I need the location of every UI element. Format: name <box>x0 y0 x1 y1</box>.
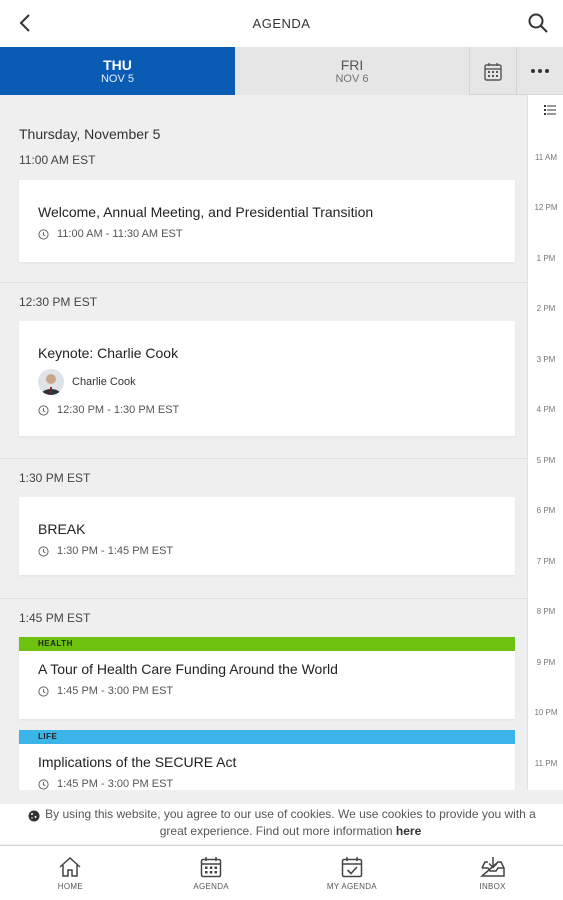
agenda-list[interactable]: Thursday, November 5 11:00 AM EST Welcom… <box>0 95 527 790</box>
session-card[interactable]: HEALTH A Tour of Health Care Funding Aro… <box>19 637 515 719</box>
cookie-text: By using this website, you agree to our … <box>45 807 536 838</box>
timeline-hour[interactable]: 4 PM <box>528 405 563 414</box>
timeline-hour[interactable]: 1 PM <box>528 254 563 263</box>
tab-friday[interactable]: FRI NOV 6 <box>235 47 470 95</box>
speaker-name: Charlie Cook <box>72 376 136 388</box>
tab-day-label: FRI <box>340 56 364 73</box>
nav-agenda[interactable]: AGENDA <box>141 846 282 900</box>
session-time-text: 11:00 AM - 11:30 AM EST <box>57 228 183 240</box>
page-title: AGENDA <box>252 16 311 31</box>
session-time: 1:45 PM - 3:00 PM EST <box>38 778 173 790</box>
search-icon <box>528 13 548 33</box>
clock-icon <box>38 778 49 790</box>
session-card[interactable]: Welcome, Annual Meeting, and Presidentia… <box>19 180 515 262</box>
session-time: 11:00 AM - 11:30 AM EST <box>38 228 183 240</box>
session-title: Welcome, Annual Meeting, and Presidentia… <box>38 204 374 220</box>
bottom-nav: HOME AGENDA MY AGENDA INBOX <box>0 845 563 900</box>
session-title: Implications of the SECURE Act <box>38 754 237 770</box>
tab-day-label: THU <box>103 56 132 73</box>
calendar-icon <box>484 62 502 81</box>
session-time: 12:30 PM - 1:30 PM EST <box>38 404 179 416</box>
timeline-hour[interactable]: 8 PM <box>528 607 563 616</box>
session-time: 1:45 PM - 3:00 PM EST <box>38 685 173 697</box>
timeline-hour[interactable]: 11 AM <box>528 153 563 162</box>
calendar-picker-button[interactable] <box>470 47 517 95</box>
timeline-hour[interactable]: 9 PM <box>528 658 563 667</box>
clock-icon <box>38 404 49 416</box>
cookie-more-info-link[interactable]: here <box>396 824 421 838</box>
divider <box>0 598 527 599</box>
session-card[interactable]: BREAK 1:30 PM - 1:45 PM EST <box>19 497 515 575</box>
timeline-hour[interactable]: 2 PM <box>528 304 563 313</box>
calendar-icon <box>200 856 222 877</box>
date-heading: Thursday, November 5 <box>19 126 161 142</box>
session-title: BREAK <box>38 521 86 537</box>
session-time-text: 12:30 PM - 1:30 PM EST <box>57 404 180 416</box>
session-time-text: 1:45 PM - 3:00 PM EST <box>57 778 174 790</box>
timeline-hour[interactable]: 11 PM <box>528 759 563 768</box>
session-time-text: 1:45 PM - 3:00 PM EST <box>57 685 174 697</box>
session-time-text: 1:30 PM - 1:45 PM EST <box>57 545 174 557</box>
nav-label: MY AGENDA <box>326 881 377 891</box>
session-time: 1:30 PM - 1:45 PM EST <box>38 545 173 557</box>
tab-thursday[interactable]: THU NOV 5 <box>0 47 235 95</box>
session-title: Keynote: Charlie Cook <box>38 345 179 361</box>
cookie-banner: By using this website, you agree to our … <box>0 804 563 844</box>
track-tag: LIFE <box>19 730 515 744</box>
back-button[interactable] <box>12 10 38 36</box>
timeline-hour[interactable]: 12 PM <box>528 203 563 212</box>
home-icon <box>59 856 81 877</box>
nav-label: HOME <box>57 881 83 891</box>
tab-date-label: NOV 6 <box>335 72 369 85</box>
divider <box>0 458 527 459</box>
timeline-hour[interactable]: 6 PM <box>528 506 563 515</box>
clock-icon <box>38 228 49 240</box>
clock-icon <box>38 545 49 557</box>
timeline-hour[interactable]: 5 PM <box>528 456 563 465</box>
list-view-icon[interactable] <box>544 105 556 115</box>
calendar-check-icon <box>341 856 363 877</box>
time-group-heading: 1:45 PM EST <box>19 611 91 625</box>
session-title: A Tour of Health Care Funding Around the… <box>38 661 338 677</box>
speaker[interactable]: Charlie Cook <box>38 369 136 395</box>
more-horizontal-icon <box>531 69 549 73</box>
session-card[interactable]: Keynote: Charlie Cook Charlie Cook 12:30… <box>19 321 515 436</box>
clock-icon <box>38 685 49 697</box>
search-button[interactable] <box>525 10 551 36</box>
speaker-avatar <box>38 369 64 395</box>
timeline-hour[interactable]: 7 PM <box>528 557 563 566</box>
divider <box>0 282 527 283</box>
inbox-icon <box>479 856 505 877</box>
timeline-rail[interactable]: 11 AM 12 PM 1 PM 2 PM 3 PM 4 PM 5 PM 6 P… <box>527 95 563 790</box>
day-tabs: THU NOV 5 FRI NOV 6 <box>0 47 563 95</box>
nav-home[interactable]: HOME <box>0 846 141 900</box>
time-group-heading: 12:30 PM EST <box>19 295 98 309</box>
nav-inbox[interactable]: INBOX <box>422 846 563 900</box>
nav-label: INBOX <box>479 881 506 891</box>
time-group-heading: 11:00 AM EST <box>19 153 96 167</box>
timeline-hour[interactable]: 10 PM <box>528 708 563 717</box>
session-card[interactable]: LIFE Implications of the SECURE Act 1:45… <box>19 730 515 790</box>
tab-date-label: NOV 5 <box>100 72 134 85</box>
time-group-heading: 1:30 PM EST <box>19 471 91 485</box>
track-tag: HEALTH <box>19 637 515 651</box>
cookie-icon <box>28 810 40 822</box>
nav-my-agenda[interactable]: MY AGENDA <box>282 846 423 900</box>
timeline-hour[interactable]: 3 PM <box>528 355 563 364</box>
chevron-left-icon <box>19 14 30 32</box>
top-bar: AGENDA <box>0 0 563 47</box>
nav-label: AGENDA <box>193 881 229 891</box>
more-options-button[interactable] <box>517 47 563 95</box>
